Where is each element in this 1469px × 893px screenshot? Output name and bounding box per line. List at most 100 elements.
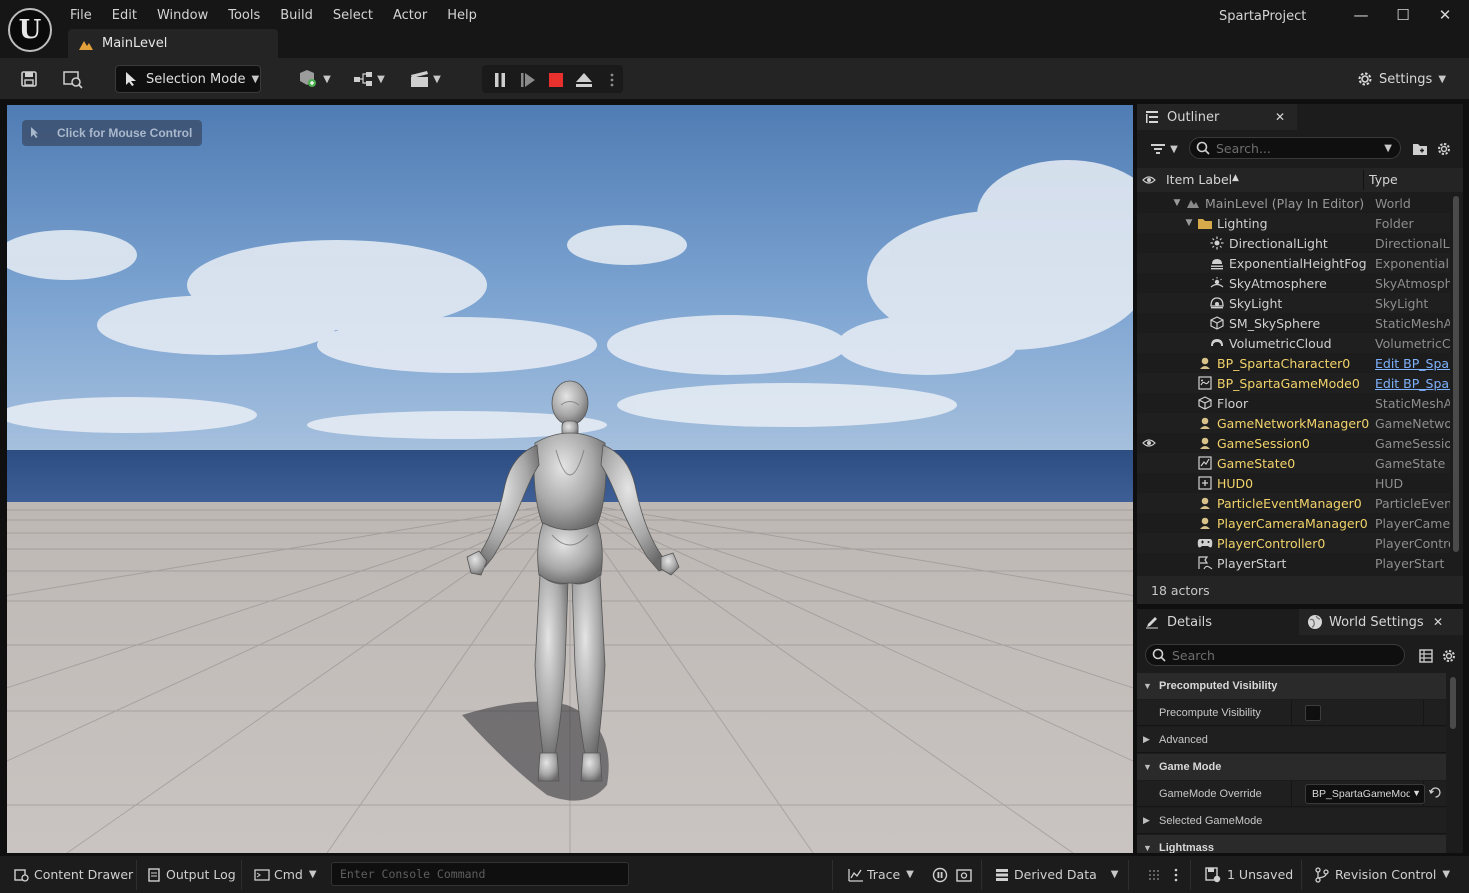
details-property[interactable]: GameMode Override BP_SpartaGameMode ▼ bbox=[1137, 781, 1446, 807]
details-tab[interactable]: Details bbox=[1137, 609, 1297, 635]
cmd-dropdown[interactable]: Cmd ▼ bbox=[254, 856, 317, 893]
item-label-column[interactable]: Item Label bbox=[1166, 172, 1232, 187]
divider bbox=[1128, 860, 1129, 890]
outliner-row[interactable]: SkyLight SkyLight bbox=[1137, 293, 1450, 313]
outliner-row-label: SM_SkySphere bbox=[1229, 315, 1321, 331]
details-category[interactable]: ▼ Game Mode bbox=[1137, 754, 1446, 780]
trace-dropdown[interactable]: Trace ▼ bbox=[848, 856, 914, 893]
selection-mode-dropdown[interactable]: Selection Mode ▼ bbox=[115, 65, 261, 93]
outliner-row[interactable]: GameNetworkManager0 GameNetworkManager bbox=[1137, 413, 1450, 433]
divider bbox=[981, 860, 982, 890]
outliner-row[interactable]: BP_SpartaGameMode0 Edit BP_SpartaGameMode bbox=[1137, 373, 1450, 393]
add-folder-icon[interactable] bbox=[1411, 138, 1429, 160]
outliner-row[interactable]: VolumetricCloud VolumetricCloud bbox=[1137, 333, 1450, 353]
menu-build[interactable]: Build bbox=[270, 8, 323, 23]
output-log-button[interactable]: Output Log bbox=[148, 856, 236, 893]
menu-window[interactable]: Window bbox=[147, 8, 218, 23]
cursor-icon bbox=[124, 71, 140, 87]
grip-icon[interactable] bbox=[1146, 856, 1162, 893]
outliner-row[interactable]: PlayerCameraManager0 PlayerCameraManager bbox=[1137, 513, 1450, 533]
save-icon[interactable] bbox=[18, 66, 40, 92]
step-icon[interactable] bbox=[518, 67, 538, 93]
close-icon[interactable]: ✕ bbox=[1275, 110, 1285, 124]
record-icon[interactable] bbox=[932, 856, 948, 893]
menu-tools[interactable]: Tools bbox=[218, 8, 270, 23]
menu-actor[interactable]: Actor bbox=[383, 8, 437, 23]
outliner-row[interactable]: ▼ MainLevel (Play In Editor) World bbox=[1137, 193, 1450, 213]
details-category[interactable]: ▼ Lightmass bbox=[1137, 835, 1446, 853]
outliner-row[interactable]: GameState0 GameState bbox=[1137, 453, 1450, 473]
eject-icon[interactable] bbox=[574, 67, 594, 93]
menu-file[interactable]: File bbox=[60, 8, 102, 23]
level-tab[interactable]: MainLevel bbox=[68, 29, 278, 58]
eye-icon[interactable] bbox=[1142, 173, 1156, 190]
details-row-label: Lightmass bbox=[1159, 842, 1215, 853]
outliner-row[interactable]: HUD0 HUD bbox=[1137, 473, 1450, 493]
outliner-search-input[interactable]: Search... ▼ bbox=[1189, 137, 1401, 159]
reset-to-default-icon[interactable] bbox=[1428, 786, 1442, 802]
outliner-row[interactable]: ParticleEventManager0 ParticleEventManage… bbox=[1137, 493, 1450, 513]
table-view-icon[interactable] bbox=[1417, 645, 1435, 667]
menu-select[interactable]: Select bbox=[323, 8, 383, 23]
details-subcategory[interactable]: ▶ Advanced bbox=[1137, 727, 1446, 753]
outliner-row[interactable]: Floor StaticMeshActor bbox=[1137, 393, 1450, 413]
menu-edit[interactable]: Edit bbox=[102, 8, 147, 23]
add-actor-icon[interactable]: ▼ bbox=[295, 66, 333, 92]
stop-icon[interactable] bbox=[546, 67, 566, 93]
expand-arrow-icon[interactable]: ▼ bbox=[1181, 215, 1197, 231]
screenshot-icon[interactable] bbox=[956, 856, 972, 893]
close-icon[interactable]: ✕ bbox=[1433, 615, 1443, 629]
gamemode-override-dropdown[interactable]: BP_SpartaGameMode ▼ bbox=[1305, 784, 1425, 804]
more-icon[interactable] bbox=[602, 67, 622, 93]
unsaved-button[interactable]: 1 Unsaved bbox=[1205, 856, 1293, 893]
outliner-column-header: Item Label ▲ Type bbox=[1137, 168, 1463, 192]
outliner-row-type[interactable]: Edit BP_SpartaCharacter bbox=[1375, 356, 1450, 371]
maximize-button[interactable]: ☐ bbox=[1389, 4, 1417, 26]
outliner-row[interactable]: GameSession0 GameSession bbox=[1137, 433, 1450, 453]
settings-button[interactable]: Settings ▼ bbox=[1356, 67, 1446, 91]
outliner-row[interactable]: PlayerController0 PlayerController bbox=[1137, 533, 1450, 553]
blueprint-icon[interactable]: ▼ bbox=[350, 66, 388, 92]
more-icon[interactable] bbox=[1174, 856, 1178, 893]
outliner-row[interactable]: PlayerStart PlayerStart bbox=[1137, 553, 1450, 573]
chevron-down-icon: ▼ bbox=[308, 869, 317, 880]
details-search-input[interactable]: Search bbox=[1145, 644, 1405, 666]
world-settings-tab[interactable]: World Settings ✕ bbox=[1299, 609, 1463, 635]
outliner-scrollbar[interactable] bbox=[1453, 196, 1459, 552]
expand-arrow-icon: ▼ bbox=[1143, 681, 1152, 691]
details-property[interactable]: Precompute Visibility bbox=[1137, 700, 1446, 726]
cinematics-icon[interactable]: ▼ bbox=[406, 66, 444, 92]
expand-arrow-icon[interactable]: ▼ bbox=[1169, 195, 1185, 211]
details-subcategory[interactable]: ▶ Selected GameMode bbox=[1137, 808, 1446, 834]
outliner-row[interactable]: BP_SpartaCharacter0 Edit BP_SpartaCharact… bbox=[1137, 353, 1450, 373]
details-scrollbar[interactable] bbox=[1450, 677, 1456, 729]
outliner-row[interactable]: DirectionalLight DirectionalLight bbox=[1137, 233, 1450, 253]
gear-icon[interactable] bbox=[1435, 138, 1453, 160]
level-viewport[interactable]: Click for Mouse Control bbox=[7, 105, 1133, 853]
console-command-input[interactable]: Enter Console Command bbox=[331, 862, 629, 886]
derived-data-dropdown[interactable]: Derived Data ▼ bbox=[995, 856, 1118, 893]
unsaved-icon bbox=[1205, 866, 1221, 883]
outliner-row[interactable]: ▼ Lighting Folder bbox=[1137, 213, 1450, 233]
details-category[interactable]: ▼ Precomputed Visibility bbox=[1137, 673, 1446, 699]
menu-help[interactable]: Help bbox=[437, 8, 487, 23]
precompute-visibility-checkbox[interactable] bbox=[1305, 705, 1321, 721]
filter-icon[interactable]: ▼ bbox=[1147, 138, 1181, 160]
outliner-row[interactable]: ExponentialHeightFog ExponentialHeightFog bbox=[1137, 253, 1450, 273]
outliner-row[interactable]: SkyAtmosphere SkyAtmosphere bbox=[1137, 273, 1450, 293]
close-window-button[interactable]: ✕ bbox=[1431, 4, 1459, 26]
mouse-control-hint[interactable]: Click for Mouse Control bbox=[22, 120, 202, 146]
gear-icon[interactable] bbox=[1440, 645, 1458, 667]
eye-icon[interactable] bbox=[1141, 435, 1157, 451]
outliner-tab[interactable]: Outliner ✕ bbox=[1137, 104, 1297, 130]
content-drawer-button[interactable]: Content Drawer bbox=[14, 856, 133, 893]
content-browser-icon[interactable] bbox=[60, 66, 86, 92]
minimize-button[interactable]: — bbox=[1347, 4, 1375, 26]
type-column[interactable]: Type bbox=[1369, 172, 1398, 187]
outliner-row-type[interactable]: Edit BP_SpartaGameMode bbox=[1375, 376, 1450, 391]
unreal-logo-icon[interactable]: U bbox=[8, 8, 52, 52]
revision-control-dropdown[interactable]: Revision Control ▼ bbox=[1315, 856, 1450, 893]
pause-icon[interactable] bbox=[490, 67, 510, 93]
sort-ascending-icon: ▲ bbox=[1232, 173, 1239, 183]
outliner-row[interactable]: SM_SkySphere StaticMeshActor bbox=[1137, 313, 1450, 333]
